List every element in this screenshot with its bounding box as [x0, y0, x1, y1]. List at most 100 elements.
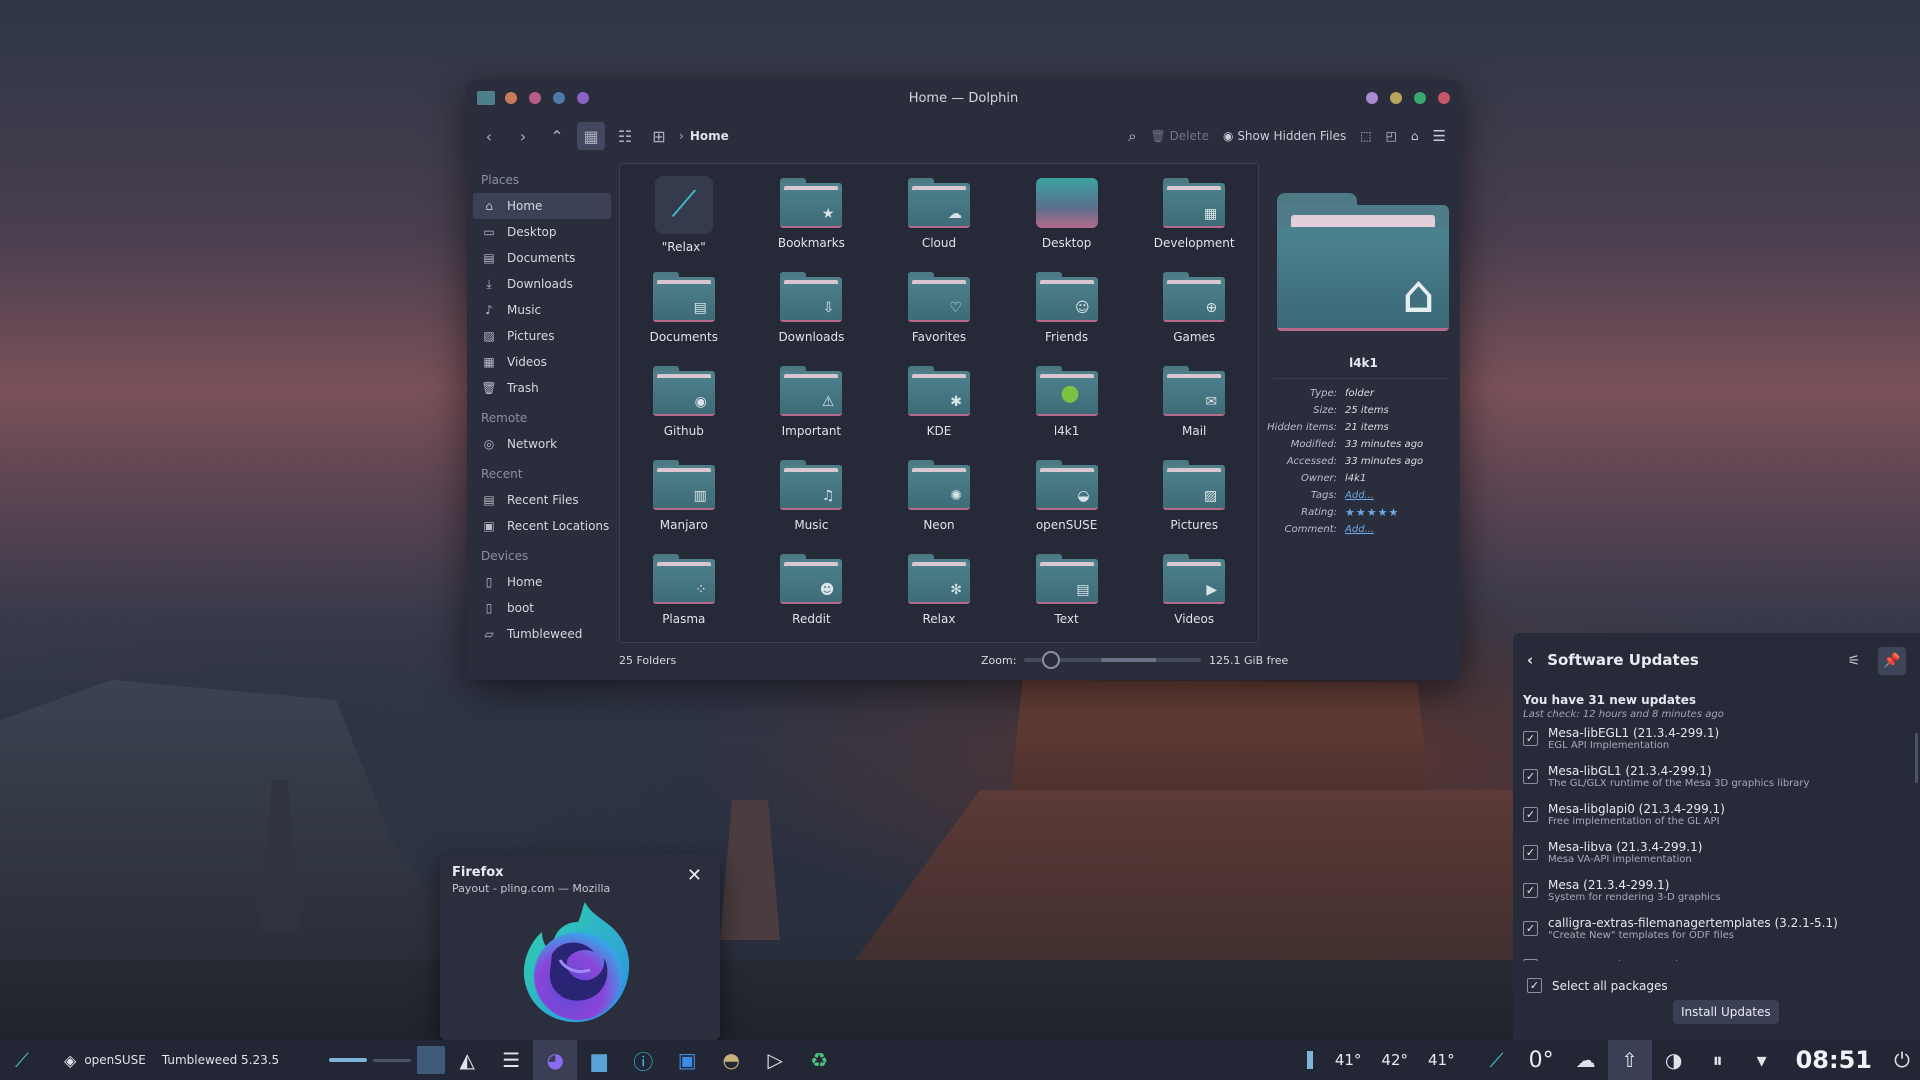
- compact-view-icon[interactable]: ☷: [611, 122, 639, 150]
- sidebar-item-home[interactable]: ⌂ Home: [473, 193, 611, 219]
- forward-icon[interactable]: ›: [509, 122, 537, 150]
- folder-item[interactable]: ▤ Text: [1003, 550, 1131, 644]
- folder-item[interactable]: ★ Bookmarks: [748, 174, 876, 268]
- delete-button[interactable]: 🗑 Delete: [1151, 129, 1210, 143]
- add-link[interactable]: Add...: [1345, 490, 1374, 501]
- checkbox[interactable]: ✓: [1523, 806, 1538, 822]
- search-icon[interactable]: ⌕: [1128, 127, 1136, 145]
- sidebar-item-videos[interactable]: ▦ Videos: [473, 349, 611, 375]
- system-monitor-widget[interactable]: [329, 1040, 446, 1080]
- keep-above-button[interactable]: [1390, 92, 1402, 104]
- folder-item[interactable]: ✻ Relax: [875, 550, 1003, 644]
- kate-icon[interactable]: ◭: [445, 1040, 489, 1080]
- pin-icon[interactable]: 📌: [1878, 647, 1906, 675]
- update-list-scrollbar[interactable]: [1915, 733, 1918, 783]
- back-icon[interactable]: ‹: [475, 122, 503, 150]
- show-hidden-files-button[interactable]: ◉ Show Hidden Files: [1223, 129, 1346, 143]
- sidebar-item-tumbleweed[interactable]: ▱ Tumbleweed: [473, 621, 611, 647]
- checkbox[interactable]: ✓: [1523, 768, 1538, 784]
- updates-tray-icon[interactable]: ⇧: [1607, 1040, 1652, 1080]
- dolphin-window[interactable]: Home — Dolphin ‹ › ⌃ ▦ ☷ ⊞ › Home ⌕ 🗑 De…: [467, 80, 1460, 680]
- discover-store-icon[interactable]: ▣: [665, 1040, 709, 1080]
- folder-item[interactable]: ✱ KDE: [875, 362, 1003, 456]
- close-button[interactable]: [1438, 92, 1450, 104]
- folder-item[interactable]: ☁ Cloud: [875, 174, 1003, 268]
- update-item[interactable]: ✓ calligra-extras-filemanagertemplates (3…: [1513, 909, 1905, 947]
- home-icon[interactable]: ⌂: [1411, 129, 1419, 143]
- konsole-icon[interactable]: ▷: [753, 1040, 797, 1080]
- update-list[interactable]: ✓ Mesa-libEGL1 (21.3.4-299.1) EGL API Impl…: [1513, 719, 1905, 961]
- gimp-icon[interactable]: ◓: [709, 1040, 753, 1080]
- select-all-checkbox[interactable]: ✓ Select all packages: [1527, 978, 1668, 993]
- folder-item[interactable]: ⟋ "Relax": [620, 174, 748, 268]
- install-updates-button[interactable]: Install Updates: [1673, 1000, 1779, 1024]
- folder-item[interactable]: Desktop: [1003, 174, 1131, 268]
- maximize-button[interactable]: [1414, 92, 1426, 104]
- split-view-icon[interactable]: ⬚: [1360, 129, 1371, 143]
- checkbox[interactable]: ✓: [1527, 978, 1542, 993]
- update-item[interactable]: ✓ Mesa-libEGL1 (21.3.4-299.1) EGL API Impl…: [1513, 719, 1905, 757]
- folder-item[interactable]: ⚠ Important: [748, 362, 876, 456]
- folder-item[interactable]: ☺ Friends: [1003, 268, 1131, 362]
- rating-stars[interactable]: ★★★★★: [1345, 506, 1399, 519]
- close-icon[interactable]: ✕: [687, 865, 702, 886]
- sidebar-item-desktop[interactable]: ▭ Desktop: [473, 219, 611, 245]
- add-link[interactable]: Add...: [1345, 524, 1374, 535]
- update-item[interactable]: ✓ Mesa (21.3.4-299.1) System for rendering…: [1513, 871, 1905, 909]
- sidebar-item-recent-files[interactable]: ▤ Recent Files: [473, 487, 611, 513]
- folder-item[interactable]: ☻ Reddit: [748, 550, 876, 644]
- folder-item[interactable]: ▤ Documents: [620, 268, 748, 362]
- volume-icon[interactable]: ◑: [1652, 1040, 1696, 1080]
- power-icon[interactable]: ⏻: [1884, 1040, 1920, 1080]
- zoom-slider-handle[interactable]: [1042, 651, 1061, 669]
- folder-item[interactable]: ▨ Pictures: [1130, 456, 1258, 550]
- firefox-task-tooltip[interactable]: Firefox Payout - pling.com — Mozilla ✕: [440, 855, 720, 1040]
- sidebar-item-boot[interactable]: ▯ boot: [473, 595, 611, 621]
- breadcrumb-home[interactable]: Home: [690, 129, 729, 143]
- sidebar-item-pictures[interactable]: ▨ Pictures: [473, 323, 611, 349]
- system-settings-icon[interactable]: ☰: [489, 1040, 533, 1080]
- checkbox[interactable]: ✓: [1523, 730, 1538, 746]
- sidebar-item-home[interactable]: ▯ Home: [473, 569, 611, 595]
- folder-item[interactable]: ✺ Neon: [875, 456, 1003, 550]
- folder-item[interactable]: ⇩ Downloads: [748, 268, 876, 362]
- checkbox[interactable]: ✓: [1523, 882, 1538, 898]
- network-wifi-icon[interactable]: ▾: [1740, 1040, 1784, 1080]
- update-item[interactable]: ✓ cryptsetup (2.4.3-1.1): [1513, 947, 1905, 961]
- checkbox[interactable]: ✓: [1523, 958, 1538, 961]
- software-updates-applet[interactable]: ‹ Software Updates ⚟ 📌 You have 31 new u…: [1513, 633, 1920, 1040]
- sidebar-item-network[interactable]: ◎ Network: [473, 431, 611, 457]
- info-center-icon[interactable]: ⓘ: [621, 1040, 665, 1080]
- folder-item[interactable]: ⁘ Plasma: [620, 550, 748, 644]
- checkbox[interactable]: ✓: [1523, 844, 1538, 860]
- folder-item[interactable]: ● l4k1: [1003, 362, 1131, 456]
- pager-widget[interactable]: ◈ openSUSE Tumbleweed 5.23.5: [64, 1040, 279, 1080]
- dolphin-task-icon[interactable]: ▆: [577, 1040, 621, 1080]
- folder-item[interactable]: ◉ Github: [620, 362, 748, 456]
- folder-item[interactable]: ♡ Favorites: [875, 268, 1003, 362]
- sidebar-item-downloads[interactable]: ⤓ Downloads: [473, 271, 611, 297]
- weather-temperature[interactable]: 0°: [1529, 1048, 1554, 1073]
- minimize-button[interactable]: [1366, 92, 1378, 104]
- sidebar-item-documents[interactable]: ▤ Documents: [473, 245, 611, 271]
- folder-item[interactable]: ◒ openSUSE: [1003, 456, 1131, 550]
- folder-item[interactable]: ▦ Development: [1130, 174, 1258, 268]
- update-item[interactable]: ✓ Mesa-libva (21.3.4-299.1) Mesa VA-API im…: [1513, 833, 1905, 871]
- media-pause-icon[interactable]: ⏸: [1696, 1040, 1740, 1080]
- cloud-weather-icon[interactable]: ☁: [1564, 1040, 1608, 1080]
- folder-item[interactable]: ▶ Videos: [1130, 550, 1258, 644]
- icons-view-icon[interactable]: ▦: [577, 122, 605, 150]
- window-titlebar[interactable]: Home — Dolphin: [467, 80, 1460, 116]
- app-launcher-icon[interactable]: ⟋: [1475, 1040, 1519, 1080]
- terminal-panel-icon[interactable]: ◰: [1386, 129, 1397, 143]
- up-icon[interactable]: ⌃: [543, 122, 571, 150]
- settings-sliders-icon[interactable]: ⚟: [1840, 647, 1868, 675]
- sidebar-item-trash[interactable]: 🗑 Trash: [473, 375, 611, 401]
- details-view-icon[interactable]: ⊞: [645, 122, 673, 150]
- update-item[interactable]: ✓ Mesa-libGL1 (21.3.4-299.1) The GL/GLX ru…: [1513, 757, 1905, 795]
- desktop-preview-icon[interactable]: [417, 1046, 446, 1074]
- folder-item[interactable]: ♫ Music: [748, 456, 876, 550]
- checkbox[interactable]: ✓: [1523, 920, 1538, 936]
- folder-item[interactable]: ✉ Mail: [1130, 362, 1258, 456]
- back-icon[interactable]: ‹: [1527, 651, 1533, 669]
